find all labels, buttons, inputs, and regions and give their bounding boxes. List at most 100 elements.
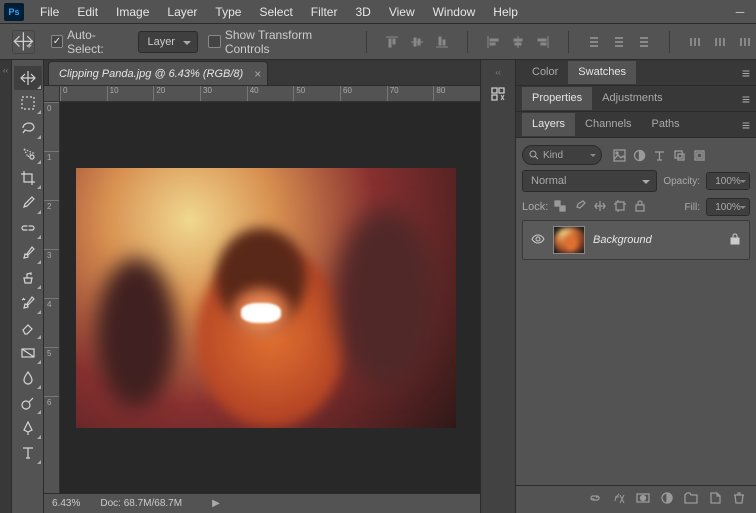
menu-edit[interactable]: Edit [69, 2, 106, 22]
adjustment-layer-button[interactable] [660, 491, 674, 508]
layer-name[interactable]: Background [593, 234, 652, 246]
show-transform-checkbox[interactable]: Show Transform Controls [208, 28, 352, 56]
crop-tool[interactable] [14, 166, 42, 190]
new-layer-button[interactable] [708, 491, 722, 508]
tab-adjustments[interactable]: Adjustments [592, 87, 673, 110]
tab-paths[interactable]: Paths [642, 113, 690, 136]
lock-artboard-icon[interactable] [614, 200, 626, 215]
lock-transparent-icon[interactable] [554, 200, 566, 215]
gradient-tool[interactable] [14, 341, 42, 365]
auto-select-checkbox[interactable]: Auto-Select: [51, 28, 129, 56]
layer-locked-icon [729, 233, 741, 248]
link-layers-button[interactable] [588, 491, 602, 508]
canvas-image[interactable] [76, 168, 456, 428]
menu-filter[interactable]: Filter [303, 2, 346, 22]
layer-row-background[interactable]: Background [522, 220, 750, 260]
document-area: Clipping Panda.jpg @ 6.43% (RGB/8) × 010… [44, 60, 480, 513]
tab-properties[interactable]: Properties [522, 87, 592, 110]
blur-tool[interactable] [14, 366, 42, 390]
layers-panel: Kind Normal Opacity: 100% Lock: [516, 138, 756, 264]
distribute-v2-button[interactable] [608, 31, 630, 53]
checkbox-icon [208, 35, 220, 48]
left-dock-collapse[interactable] [0, 60, 12, 513]
horizontal-ruler[interactable]: 01020304050607080 [60, 86, 480, 102]
window-minimize-button[interactable]: ─ [724, 0, 756, 24]
menu-3d[interactable]: 3D [347, 2, 378, 22]
clone-stamp-tool[interactable] [14, 266, 42, 290]
zoom-level[interactable]: 6.43% [52, 498, 80, 509]
lock-position-icon[interactable] [594, 200, 606, 215]
distribute-h1-button[interactable] [684, 31, 706, 53]
distribute-v3-button[interactable] [633, 31, 655, 53]
auto-select-type-dropdown[interactable]: Layer [138, 31, 198, 53]
close-tab-button[interactable]: × [254, 67, 261, 81]
tab-channels[interactable]: Channels [575, 113, 641, 136]
panel-menu-button[interactable]: ≡ [742, 65, 750, 81]
document-tab[interactable]: Clipping Panda.jpg @ 6.43% (RGB/8) × [48, 61, 268, 85]
collapsed-panel-icon[interactable] [489, 85, 507, 106]
align-left-button[interactable] [482, 31, 504, 53]
type-tool[interactable] [14, 441, 42, 465]
align-top-button[interactable] [381, 31, 403, 53]
layer-visibility-toggle[interactable] [531, 232, 545, 249]
menu-image[interactable]: Image [108, 2, 157, 22]
layer-filter-kind-dropdown[interactable]: Kind [522, 145, 602, 165]
lasso-tool[interactable] [14, 116, 42, 140]
group-button[interactable] [684, 491, 698, 508]
menu-help[interactable]: Help [485, 2, 526, 22]
blend-mode-dropdown[interactable]: Normal [522, 170, 657, 192]
panel-menu-button[interactable]: ≡ [742, 91, 750, 107]
menu-layer[interactable]: Layer [159, 2, 205, 22]
distribute-h2-button[interactable] [709, 31, 731, 53]
filter-pixel-icon[interactable] [612, 148, 626, 162]
align-right-button[interactable] [532, 31, 554, 53]
vertical-ruler[interactable]: 0123456 [44, 102, 60, 493]
healing-brush-tool[interactable] [14, 216, 42, 240]
layer-mask-button[interactable] [636, 491, 650, 508]
active-tool-indicator[interactable] [12, 30, 35, 54]
eyedropper-tool[interactable] [14, 191, 42, 215]
marquee-tool[interactable] [14, 91, 42, 115]
menu-type[interactable]: Type [207, 2, 249, 22]
panel-menu-button[interactable]: ≡ [742, 117, 750, 133]
menu-window[interactable]: Window [425, 2, 484, 22]
brush-tool[interactable] [14, 241, 42, 265]
pen-tool[interactable] [14, 416, 42, 440]
delete-layer-button[interactable] [732, 491, 746, 508]
status-expand-button[interactable]: ▶ [212, 498, 220, 509]
distribute-h3-button[interactable] [734, 31, 756, 53]
opacity-value[interactable]: 100% [706, 172, 750, 190]
filter-type-icon[interactable] [652, 148, 666, 162]
tab-swatches[interactable]: Swatches [568, 61, 636, 84]
distribute-buttons-group [583, 31, 655, 53]
lock-pixels-icon[interactable] [574, 200, 586, 215]
align-h-buttons-group [482, 31, 554, 53]
doc-size[interactable]: Doc: 68.7M/68.7M [100, 498, 182, 509]
fill-value[interactable]: 100% [706, 198, 750, 216]
tab-layers[interactable]: Layers [522, 113, 575, 136]
dodge-tool[interactable] [14, 391, 42, 415]
filter-smart-icon[interactable] [692, 148, 706, 162]
menu-view[interactable]: View [381, 2, 423, 22]
menu-select[interactable]: Select [251, 2, 300, 22]
ruler-origin[interactable] [44, 86, 60, 102]
layer-fx-button[interactable] [612, 491, 626, 508]
show-transform-label: Show Transform Controls [225, 28, 352, 56]
eraser-tool[interactable] [14, 316, 42, 340]
document-tabbar: Clipping Panda.jpg @ 6.43% (RGB/8) × [44, 60, 480, 86]
menu-file[interactable]: File [32, 2, 67, 22]
align-bottom-button[interactable] [431, 31, 453, 53]
history-brush-tool[interactable] [14, 291, 42, 315]
tab-color[interactable]: Color [522, 61, 568, 84]
canvas-viewport[interactable]: 01020304050607080 0123456 [44, 86, 480, 493]
move-tool[interactable] [14, 66, 42, 90]
align-buttons-group [381, 31, 453, 53]
quick-select-tool[interactable] [14, 141, 42, 165]
align-hcenter-button[interactable] [507, 31, 529, 53]
align-vcenter-button[interactable] [406, 31, 428, 53]
layer-thumbnail[interactable] [553, 226, 585, 254]
lock-all-icon[interactable] [634, 200, 646, 215]
distribute-v1-button[interactable] [583, 31, 605, 53]
filter-adjustment-icon[interactable] [632, 148, 646, 162]
filter-shape-icon[interactable] [672, 148, 686, 162]
